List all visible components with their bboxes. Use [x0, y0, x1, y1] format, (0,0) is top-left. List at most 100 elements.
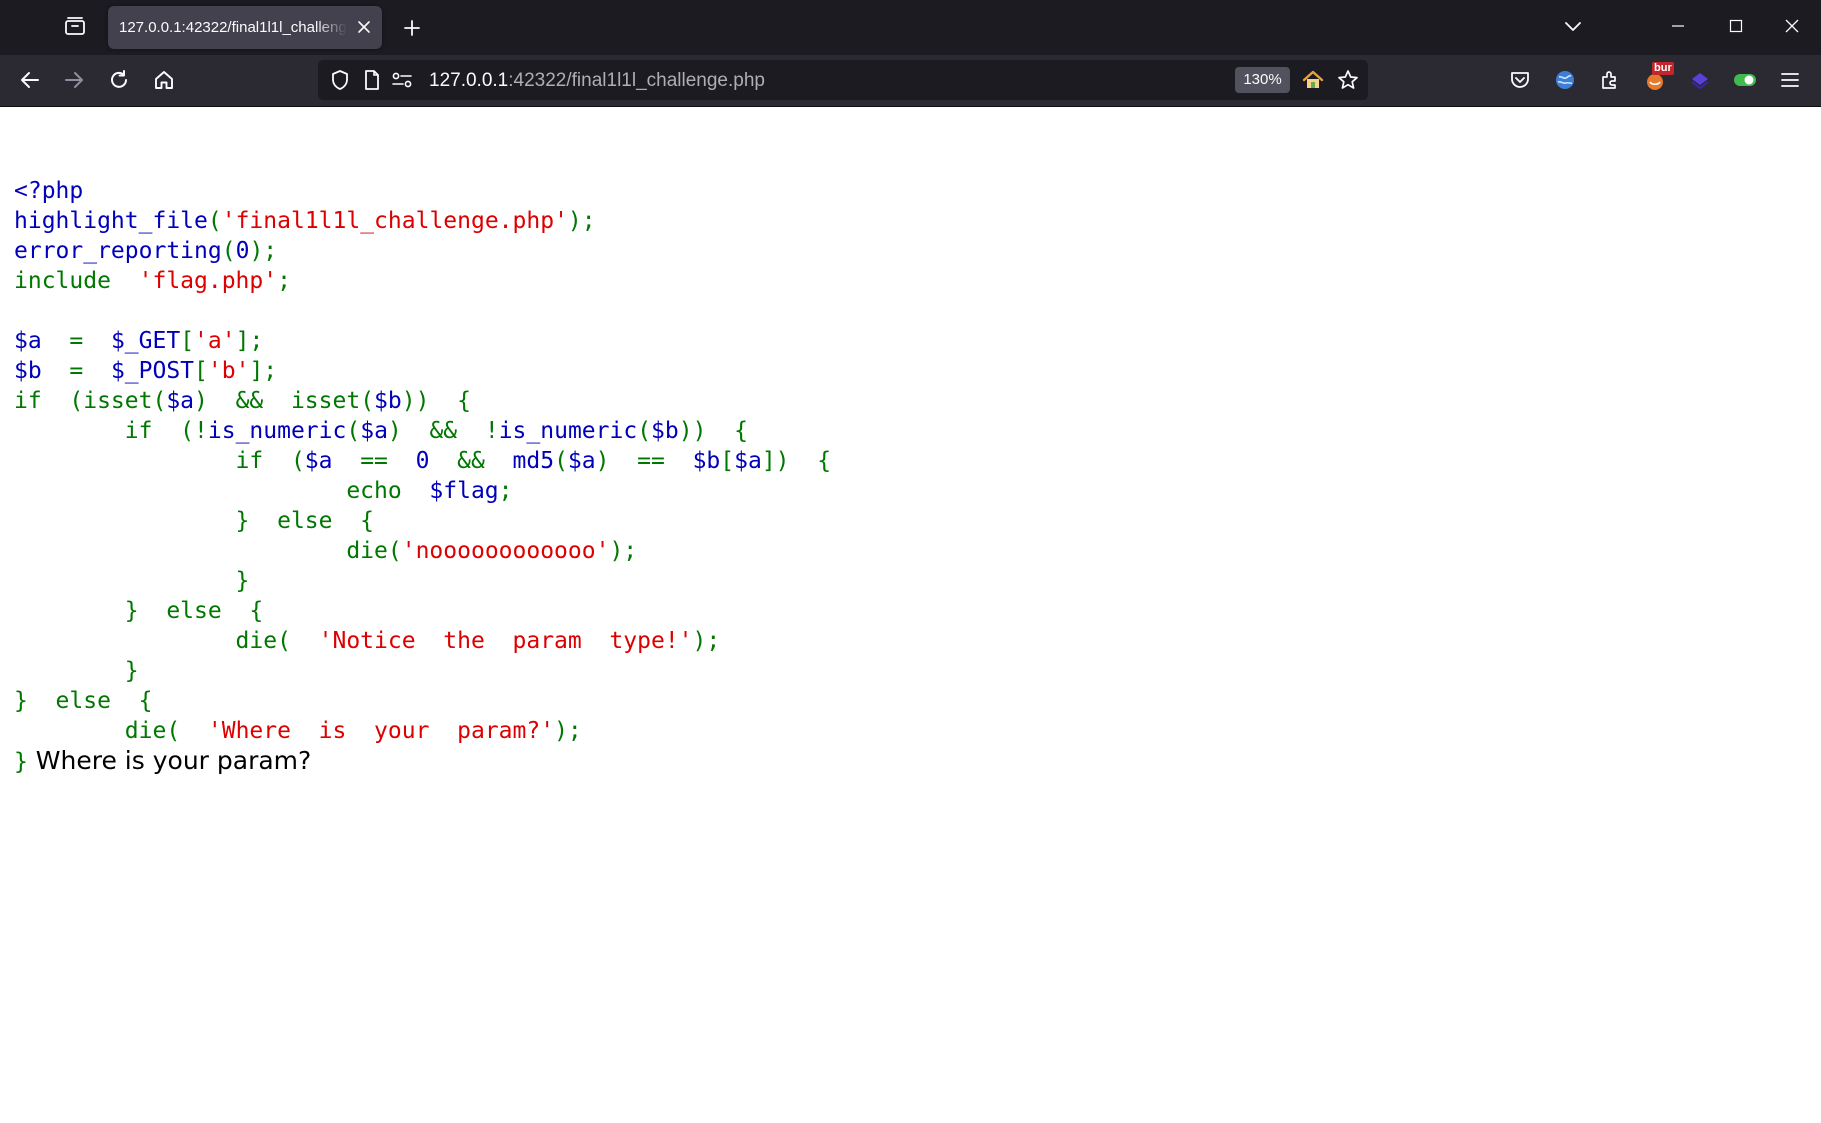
- code-token: $flag: [429, 478, 499, 504]
- house-extension-icon: [1302, 70, 1324, 88]
- code-token: include: [14, 268, 139, 294]
- maximize-icon: [1729, 19, 1743, 33]
- tab-list-button[interactable]: [60, 14, 90, 42]
- code-token: $a: [166, 388, 195, 414]
- tab-list-icon: [64, 16, 86, 41]
- tracking-protection-button[interactable]: [328, 68, 352, 92]
- code-token: }: [14, 658, 139, 684]
- code-token: ]) {: [761, 448, 832, 474]
- page-info-button[interactable]: [360, 68, 384, 92]
- back-button[interactable]: [13, 63, 47, 97]
- code-line: if (!is_numeric($a) && !is_numeric($b)) …: [14, 416, 831, 446]
- code-token: 0: [415, 448, 458, 474]
- code-token: 'noooooooooooo': [401, 538, 610, 564]
- code-token: 'flag.php': [138, 268, 278, 294]
- reload-button[interactable]: [102, 63, 136, 97]
- burp-extension-button[interactable]: bur: [1638, 62, 1674, 97]
- home-button[interactable]: [147, 63, 181, 97]
- code-token: ) && isset(: [194, 388, 375, 414]
- code-token: )) {: [678, 418, 748, 444]
- code-token: (: [346, 418, 361, 444]
- zoom-level-button[interactable]: 130%: [1235, 67, 1290, 93]
- code-line: die( 'Where is your param?');: [14, 716, 831, 746]
- code-token: }: [14, 568, 250, 594]
- pocket-button[interactable]: [1503, 63, 1537, 97]
- url-path: :42322/final1l1l_challenge.php: [508, 70, 765, 91]
- close-window-button[interactable]: [1769, 6, 1815, 46]
- page-icon: [365, 70, 379, 90]
- code-line: if (isset($a) && isset($b)) {: [14, 386, 831, 416]
- code-token: );: [609, 538, 638, 564]
- code-line: error_reporting(0);: [14, 236, 831, 266]
- globe-extension-icon: [1556, 71, 1574, 89]
- forward-button[interactable]: [57, 63, 91, 97]
- hamburger-menu-icon: [1781, 73, 1799, 87]
- code-token: <?php: [14, 178, 84, 204]
- code-token: if (: [14, 448, 305, 474]
- toggle-extension-icon: [1734, 74, 1756, 86]
- extensions-button[interactable]: [1593, 63, 1627, 97]
- toggle-extension-button[interactable]: [1728, 63, 1762, 97]
- code-token: [: [194, 358, 208, 384]
- code-token: $_GET: [110, 328, 181, 354]
- pocket-icon: [1511, 72, 1529, 88]
- url-bar[interactable]: 127.0.0.1:42322/final1l1l_challenge.php …: [318, 60, 1368, 100]
- tab-title: 127.0.0.1:42322/final1l1l_challenge.php: [119, 19, 347, 36]
- code-line: $b = $_POST['b'];: [14, 356, 831, 386]
- proxy-extension-icon: [1691, 73, 1709, 90]
- close-tab-button[interactable]: [354, 17, 374, 37]
- url-text[interactable]: 127.0.0.1:42322/final1l1l_challenge.php: [429, 70, 765, 92]
- code-token: =: [69, 328, 111, 354]
- code-token: (: [637, 418, 652, 444]
- code-line: <?php: [14, 176, 831, 206]
- code-line: } else {: [14, 686, 831, 716]
- code-token: $b: [374, 388, 402, 414]
- code-token: $b: [14, 358, 70, 384]
- code-token: $_POST: [110, 358, 195, 384]
- code-token: 'a': [194, 328, 236, 354]
- maximize-button[interactable]: [1713, 6, 1759, 46]
- code-token: ];: [249, 358, 278, 384]
- reload-icon: [111, 70, 127, 88]
- star-icon: [1338, 70, 1358, 89]
- minimize-icon: [1672, 25, 1684, 27]
- url-host: 127.0.0.1: [429, 70, 509, 91]
- code-token: ;: [498, 478, 513, 504]
- code-token: );: [554, 718, 582, 744]
- code-token: }: [14, 749, 28, 775]
- bookmark-button[interactable]: [1336, 68, 1360, 92]
- minimize-button[interactable]: [1655, 6, 1701, 46]
- code-line: echo $flag;: [14, 476, 831, 506]
- code-line: include 'flag.php';: [14, 266, 831, 296]
- code-token: die(: [14, 718, 208, 744]
- code-token: ];: [235, 328, 264, 354]
- new-tab-button[interactable]: [396, 12, 428, 44]
- globe-extension-button[interactable]: [1548, 63, 1582, 97]
- code-token: } else {: [14, 508, 375, 534]
- code-token: $b: [651, 418, 679, 444]
- highlighted-code: <?php highlight_file('final1l1l_challenge…: [14, 176, 831, 776]
- code-token: $a: [304, 448, 361, 474]
- navigation-toolbar: 127.0.0.1:42322/final1l1l_challenge.php …: [0, 55, 1821, 107]
- burp-badge: bur: [1652, 62, 1674, 75]
- forward-arrow-icon: [65, 72, 83, 88]
- code-token: $a: [567, 448, 596, 474]
- tab-overflow-button[interactable]: [1550, 6, 1596, 46]
- code-token: md5: [512, 448, 555, 474]
- puzzle-icon: [1602, 71, 1616, 89]
- code-line: $a = $_GET['a'];: [14, 326, 831, 356]
- proxy-extension-button[interactable]: [1683, 63, 1717, 97]
- code-token: die(: [14, 538, 402, 564]
- code-token: is_numeric: [207, 418, 347, 444]
- app-menu-button[interactable]: [1773, 63, 1807, 97]
- php-source-code: <?php highlight_file('final1l1l_challenge…: [14, 116, 831, 806]
- code-token: ) ==: [595, 448, 693, 474]
- code-line: highlight_file('final1l1l_challenge.php'…: [14, 206, 831, 236]
- code-token: ) && !: [387, 418, 499, 444]
- home-extension-button[interactable]: [1301, 68, 1325, 92]
- code-token: );: [567, 208, 596, 234]
- active-tab[interactable]: 127.0.0.1:42322/final1l1l_challenge.php: [108, 6, 382, 49]
- code-token: &&: [457, 448, 513, 474]
- permissions-button[interactable]: [390, 68, 414, 92]
